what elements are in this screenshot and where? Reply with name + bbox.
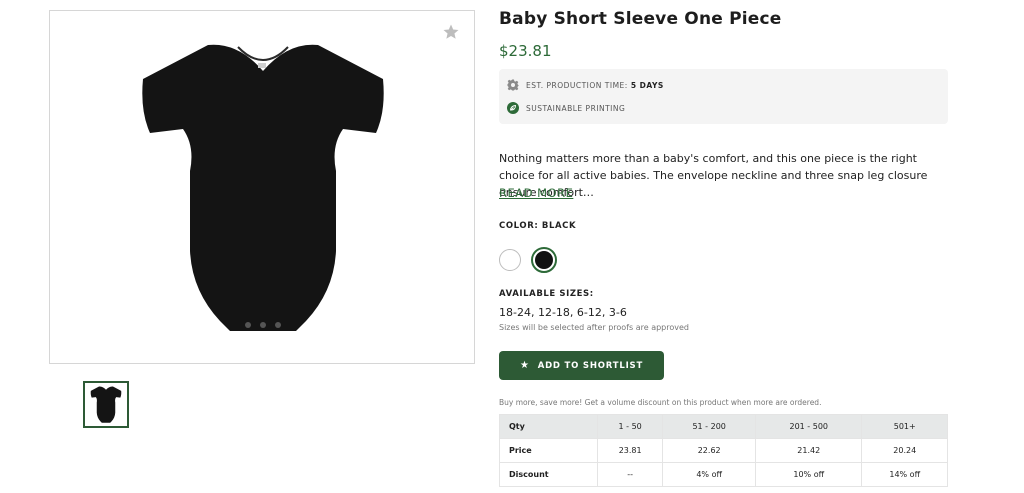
pricing-header-cell: 1 - 50: [596, 414, 664, 439]
product-image: [49, 10, 475, 364]
pricing-cell: Discount: [499, 462, 598, 487]
volume-discount-note: Buy more, save more! Get a volume discou…: [499, 398, 822, 407]
color-swatch-black[interactable]: [531, 247, 557, 273]
read-more-link[interactable]: READ MORE: [499, 186, 573, 200]
onesie-thumbnail-icon: [90, 386, 122, 423]
onesie-image: [142, 44, 384, 331]
add-to-shortlist-button[interactable]: ★ ADD TO SHORTLIST: [499, 351, 664, 380]
pricing-table: Qty 1 - 50 51 - 200 201 - 500 501+ Price…: [499, 414, 948, 487]
production-time-value: 5 DAYS: [630, 80, 664, 90]
pricing-header-cell: Qty: [499, 414, 598, 439]
pricing-cell: 14% off: [861, 462, 948, 487]
sizes-label: AVAILABLE SIZES:: [499, 289, 594, 299]
sizes-note: Sizes will be selected after proofs are …: [499, 323, 689, 332]
pricing-cell: 23.81: [596, 438, 664, 463]
pricing-header-cell: 51 - 200: [662, 414, 757, 439]
sustainable-row: SUSTAINABLE PRINTING: [507, 102, 625, 114]
production-info-box: EST. PRODUCTION TIME: 5 DAYS SUSTAINABLE…: [499, 69, 948, 124]
pricing-cell: Price: [499, 438, 598, 463]
gear-icon: [507, 79, 519, 91]
color-swatch-white[interactable]: [499, 249, 521, 271]
pricing-cell: 22.62: [662, 438, 757, 463]
pricing-cell: 10% off: [755, 462, 863, 487]
pricing-header-cell: 501+: [861, 414, 948, 439]
production-time-label: EST. PRODUCTION TIME:: [526, 80, 628, 90]
product-thumbnail[interactable]: [83, 381, 129, 428]
pricing-cell: --: [596, 462, 664, 487]
color-label: COLOR: BLACK: [499, 221, 577, 231]
product-price: $23.81: [499, 42, 552, 60]
pricing-row-price: Price 23.81 22.62 21.42 20.24: [499, 438, 948, 463]
pricing-header-cell: 201 - 500: [755, 414, 863, 439]
favorite-star-icon[interactable]: [442, 23, 460, 41]
pricing-cell: 21.42: [755, 438, 863, 463]
sustainable-label: SUSTAINABLE PRINTING: [526, 103, 626, 113]
product-title: Baby Short Sleeve One Piece: [499, 9, 782, 29]
leaf-icon: [507, 102, 519, 114]
pricing-header-row: Qty 1 - 50 51 - 200 201 - 500 501+: [499, 414, 948, 439]
star-icon: ★: [519, 360, 530, 371]
pricing-row-discount: Discount -- 4% off 10% off 14% off: [499, 462, 948, 487]
pricing-cell: 20.24: [861, 438, 948, 463]
sizes-value: 18-24, 12-18, 6-12, 3-6: [499, 306, 627, 319]
pricing-cell: 4% off: [662, 462, 757, 487]
production-time-row: EST. PRODUCTION TIME: 5 DAYS: [507, 79, 664, 91]
add-to-shortlist-label: ADD TO SHORTLIST: [537, 360, 644, 371]
